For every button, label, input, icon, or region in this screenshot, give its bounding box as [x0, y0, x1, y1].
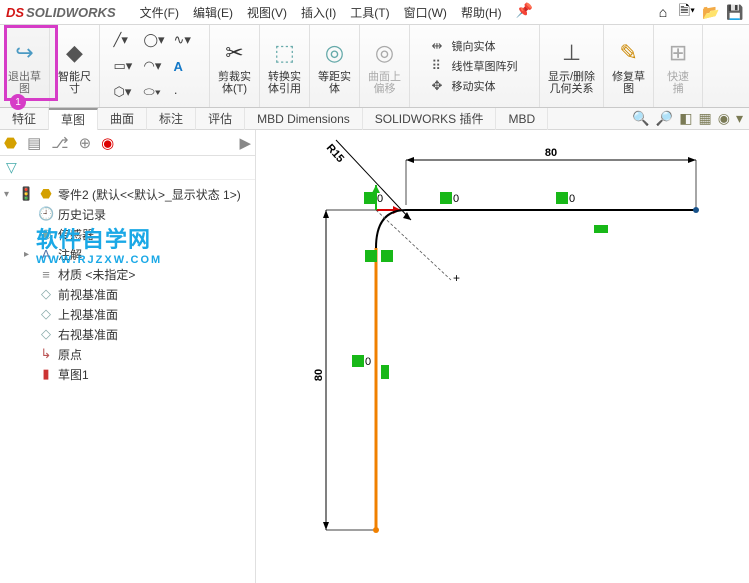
menu-bar: 文件(F) 编辑(E) 视图(V) 插入(I) 工具(T) 窗口(W) 帮助(H…: [134, 2, 533, 23]
appearance-tab[interactable]: ◉: [101, 134, 114, 152]
home-icon[interactable]: ⌂: [653, 2, 673, 22]
quick-snap-button: ⊞ 快速 捕: [654, 25, 703, 107]
relations-icon: ⊥: [556, 37, 588, 69]
dim-tab[interactable]: ⊕: [79, 134, 92, 152]
zoom-area-icon[interactable]: 🔎: [656, 110, 673, 127]
tab-features[interactable]: 特征: [0, 108, 49, 130]
snap-icon: ⊞: [662, 37, 694, 69]
filter-row: ▽: [0, 156, 255, 180]
menu-window[interactable]: 窗口(W): [398, 2, 453, 23]
point-tool[interactable]: ·: [174, 81, 196, 103]
show-relations-button[interactable]: ⊥ 显示/删除 几何关系: [540, 25, 604, 107]
logo-text: SOLIDWORKS: [26, 5, 116, 20]
transform-group: ⇹镜向实体 ⠿线性草图阵列 ✥移动实体: [410, 25, 540, 107]
appearance-icon[interactable]: ◉: [718, 110, 730, 127]
menu-edit[interactable]: 编辑(E): [187, 2, 239, 23]
menu-file[interactable]: 文件(F): [134, 2, 185, 23]
sketch-tools-group: ╱▾ ◯▾ ∿▾ ▭▾ ◠▾ A ⬡▾ ⬭▾ ·: [100, 25, 210, 107]
surface-offset-button: ◎ 曲面上 偏移: [360, 25, 410, 107]
sketch-fillet-arc: [376, 210, 406, 248]
content-area: ⬣ ▤ ⎇ ⊕ ◉ ▶ ▽ ▾🚦 ⬣ 零件2 (默认<<默认>_显示状态 1>)…: [0, 130, 749, 583]
svg-text:0: 0: [453, 193, 459, 205]
graphics-area[interactable]: 80 R15 80: [256, 130, 749, 583]
tab-surface[interactable]: 曲面: [98, 108, 147, 130]
tree-right-plane[interactable]: ◇右视基准面: [2, 324, 253, 344]
scene-icon[interactable]: ▾: [736, 110, 743, 127]
slot-tool[interactable]: ⬭▾: [144, 81, 166, 103]
repair-sketch-button[interactable]: ✎ 修复草 图: [604, 25, 654, 107]
pin-icon[interactable]: 📌: [516, 2, 533, 23]
open-icon[interactable]: 📂: [701, 2, 721, 22]
menu-tools[interactable]: 工具(T): [344, 2, 395, 23]
convert-icon: ⬚: [269, 37, 301, 69]
linear-pattern-button[interactable]: ⠿线性草图阵列: [432, 58, 518, 74]
tab-evaluate[interactable]: 评估: [196, 108, 245, 130]
convert-entities-button[interactable]: ⬚ 转换实 体引用: [260, 25, 310, 107]
feature-tabstrip: 特征 草图 曲面 标注 评估 MBD Dimensions SOLIDWORKS…: [0, 108, 749, 130]
menu-help[interactable]: 帮助(H): [455, 2, 508, 23]
tutorial-step-badge: 1: [10, 94, 26, 110]
svg-text:0: 0: [569, 193, 575, 205]
section-icon[interactable]: ◧: [679, 110, 692, 127]
svg-text:80: 80: [313, 369, 325, 381]
new-doc-icon[interactable]: 🗎▾: [677, 2, 697, 22]
watermark: 软件自学网 WWW.RJZXW.COM: [36, 222, 162, 266]
tree-sketch1[interactable]: ▮草图1: [2, 364, 253, 384]
trim-button[interactable]: ✂ 剪裁实 体(T): [210, 25, 260, 107]
tab-mbd-dimensions[interactable]: MBD Dimensions: [245, 108, 363, 130]
tab-sw-addins[interactable]: SOLIDWORKS 插件: [363, 108, 497, 130]
line-tool[interactable]: ╱▾: [114, 29, 136, 51]
circle-tool[interactable]: ◯▾: [144, 29, 166, 51]
save-icon[interactable]: 💾: [725, 2, 745, 22]
polygon-tool[interactable]: ⬡▾: [114, 81, 136, 103]
spline-tool[interactable]: ∿▾: [174, 29, 196, 51]
tutorial-highlight: [4, 25, 58, 101]
title-bar: DS SOLIDWORKS 文件(F) 编辑(E) 视图(V) 插入(I) 工具…: [0, 0, 749, 24]
tree-front-plane[interactable]: ◇前视基准面: [2, 284, 253, 304]
repair-icon: ✎: [613, 37, 645, 69]
svg-text:0: 0: [365, 356, 371, 368]
quick-access-toolbar: ⌂ 🗎▾ 📂 💾: [653, 2, 745, 22]
offset-icon: ◎: [319, 37, 351, 69]
tree-history[interactable]: 🕘历史记录: [2, 204, 253, 224]
panel-tabs: ⬣ ▤ ⎇ ⊕ ◉ ▶: [0, 130, 255, 156]
scissors-icon: ✂: [219, 37, 251, 69]
filter-icon[interactable]: ▽: [6, 159, 17, 176]
panel-expand-icon[interactable]: ▶: [239, 134, 251, 152]
tree-top-plane[interactable]: ◇上视基准面: [2, 304, 253, 324]
tree-origin[interactable]: ↳原点: [2, 344, 253, 364]
svg-text:+: +: [453, 271, 460, 285]
feature-manager-panel: ⬣ ▤ ⎇ ⊕ ◉ ▶ ▽ ▾🚦 ⬣ 零件2 (默认<<默认>_显示状态 1>)…: [0, 130, 256, 583]
fm-tree-tab[interactable]: ⬣: [4, 134, 17, 152]
svg-text:80: 80: [545, 147, 557, 159]
display-style-icon[interactable]: ▦: [699, 110, 712, 127]
move-entities-button[interactable]: ✥移动实体: [432, 78, 518, 94]
pointer-guide: [376, 210, 451, 280]
rect-tool[interactable]: ▭▾: [114, 55, 136, 77]
tree-material[interactable]: ≡材质 <未指定>: [2, 264, 253, 284]
zoom-icon[interactable]: 🔍: [632, 110, 649, 127]
tree-root[interactable]: ▾🚦 ⬣ 零件2 (默认<<默认>_显示状态 1>): [2, 184, 253, 204]
smart-dimension-icon: ◆: [59, 37, 91, 69]
menu-insert[interactable]: 插入(I): [295, 2, 342, 23]
sketch-drawing: 80 R15 80: [256, 130, 749, 583]
menu-view[interactable]: 视图(V): [241, 2, 293, 23]
tab-mbd[interactable]: MBD: [496, 108, 548, 130]
arc-tool[interactable]: ◠▾: [144, 55, 166, 77]
svg-text:R15: R15: [324, 142, 346, 165]
dimension-radius: R15: [324, 140, 411, 220]
logo-ds: DS: [6, 5, 24, 20]
text-tool[interactable]: A: [174, 55, 196, 77]
svg-text:0: 0: [377, 193, 383, 205]
ribbon: ↪ 退出草 图 ◆ 智能尺 寸 ╱▾ ◯▾ ∿▾ ▭▾ ◠▾ A ⬡▾ ⬭▾ ·…: [0, 24, 749, 108]
tab-sketch[interactable]: 草图: [49, 108, 98, 130]
offset-entities-button[interactable]: ◎ 等距实 体: [310, 25, 360, 107]
view-tools: 🔍 🔎 ◧ ▦ ◉ ▾: [632, 110, 743, 127]
config-tab[interactable]: ⎇: [51, 134, 68, 152]
mirror-button[interactable]: ⇹镜向实体: [432, 38, 518, 54]
surface-offset-icon: ◎: [369, 37, 401, 69]
tab-annotate[interactable]: 标注: [147, 108, 196, 130]
property-tab[interactable]: ▤: [27, 134, 41, 152]
traffic-light-icon: 🚦: [18, 186, 34, 202]
